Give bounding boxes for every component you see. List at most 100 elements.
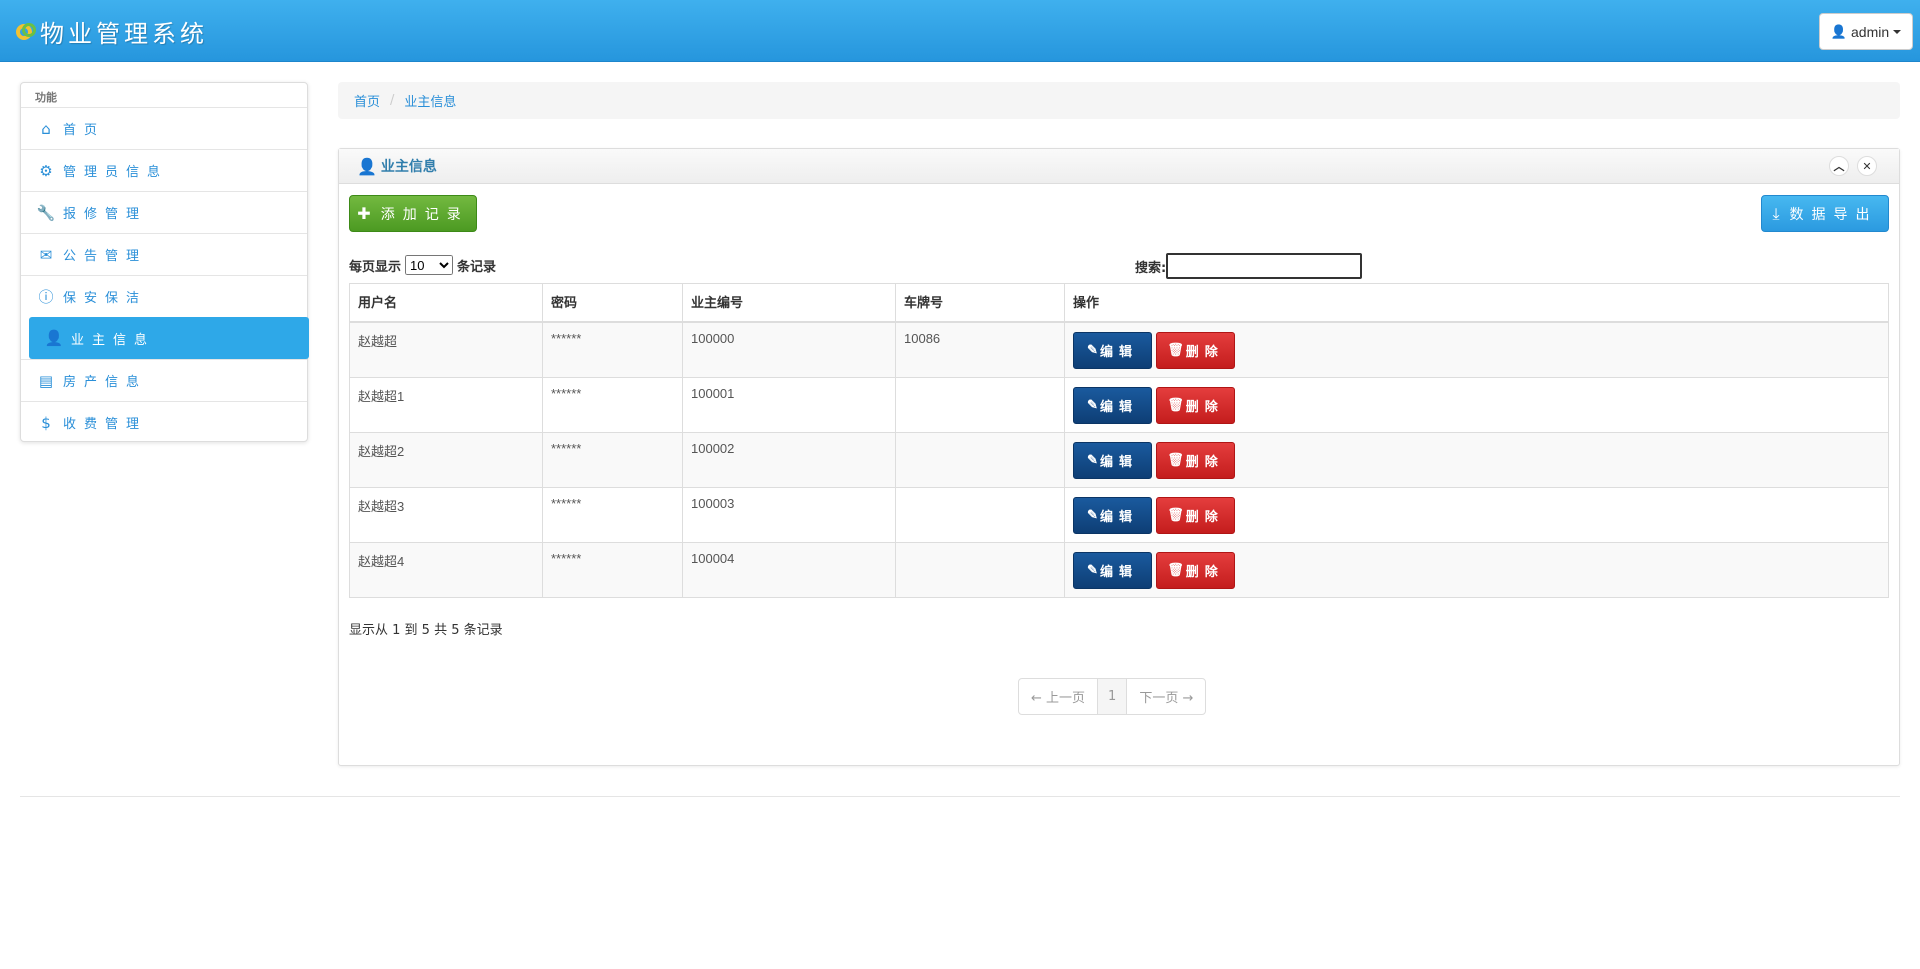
panel-header: 👤 业主信息 ︿ ✕ (339, 149, 1899, 184)
cell-password: ****** (542, 376, 683, 433)
footer-divider (20, 796, 1900, 797)
caret-down-icon (1893, 29, 1902, 34)
next-page-button[interactable]: 下一页 → (1126, 679, 1205, 714)
delete-button[interactable]: 🗑 删除 (1156, 331, 1235, 369)
sidebar-item-security[interactable]: ⓘ 保安保洁 (21, 275, 307, 317)
breadcrumb: 首页 / 业主信息 (338, 82, 1900, 119)
sidebar-item-repair[interactable]: 🔧 报修管理 (21, 191, 307, 233)
edit-icon: ✎ (1087, 562, 1098, 577)
sidebar: 功能 ⌂ 首页 ⚙ 管理员信息 🔧 报修管理 ✉ 公告管理 ⓘ 保安保洁 👤 业… (20, 82, 309, 443)
cell-actions: ✎ 编辑 🗑 删除 (1064, 431, 1889, 488)
sidebar-item-owner[interactable]: 👤 业主信息 (29, 317, 309, 359)
user-icon: 👤 (1830, 23, 1848, 39)
user-icon: 👤 (44, 329, 64, 347)
envelope-icon: ✉ (39, 245, 53, 264)
delete-button[interactable]: 🗑 删除 (1156, 551, 1235, 589)
breadcrumb-home[interactable]: 首页 (354, 91, 380, 110)
edit-button[interactable]: ✎ 编辑 (1073, 331, 1152, 369)
delete-button[interactable]: 🗑 删除 (1156, 441, 1235, 479)
cell-owner-id: 100004 (682, 541, 896, 598)
trash-icon: 🗑 (1167, 507, 1184, 522)
home-icon: ⌂ (41, 119, 51, 138)
edit-button[interactable]: ✎ 编辑 (1073, 551, 1152, 589)
sidebar-item-notice[interactable]: ✉ 公告管理 (21, 233, 307, 275)
edit-icon: ✎ (1087, 342, 1098, 357)
column-header[interactable]: 密码 (542, 283, 683, 323)
cell-username: 赵越超3 (349, 486, 543, 543)
table-header-row: 用户名 密码 业主编号 车牌号 操作 (349, 283, 1889, 323)
export-data-button[interactable]: ⤓ 数据导出 (1761, 195, 1889, 232)
search-input[interactable] (1166, 253, 1363, 279)
cell-plate (895, 486, 1065, 543)
sidebar-item-label: 公告管理 (63, 249, 148, 264)
cell-username: 赵越超2 (349, 431, 543, 488)
delete-button[interactable]: 🗑 删除 (1156, 496, 1235, 534)
table-row: 赵越超3 ****** 100003 ✎ 编辑 🗑 删除 (349, 486, 1889, 543)
table-row: 赵越超4 ****** 100004 ✎ 编辑 🗑 删除 (349, 541, 1889, 598)
cell-actions: ✎ 编辑 🗑 删除 (1064, 486, 1889, 543)
column-header[interactable]: 用户名 (349, 283, 543, 323)
page-length-control: 每页显示 10 条记录 (349, 255, 496, 275)
owner-table: 用户名 密码 业主编号 车牌号 操作 赵越超 ****** 100000 100… (349, 283, 1889, 598)
sidebar-item-admin[interactable]: ⚙ 管理员信息 (21, 149, 307, 191)
dollar-icon: $ (41, 413, 51, 432)
cell-password: ****** (542, 541, 683, 598)
edit-button[interactable]: ✎ 编辑 (1073, 496, 1152, 534)
page-length-select[interactable]: 10 (405, 255, 454, 275)
collapse-icon[interactable]: ︿ (1829, 156, 1849, 176)
edit-icon: ✎ (1087, 452, 1098, 467)
sidebar-item-property[interactable]: ▤ 房产信息 (21, 359, 307, 401)
close-icon[interactable]: ✕ (1857, 156, 1877, 176)
column-header[interactable]: 车牌号 (895, 283, 1065, 323)
panel-title: 业主信息 (380, 159, 437, 175)
user-name: admin (1851, 23, 1890, 40)
trash-icon: 🗑 (1167, 562, 1184, 577)
trash-icon: 🗑 (1167, 342, 1184, 357)
delete-button[interactable]: 🗑 删除 (1156, 386, 1235, 424)
table-row: 赵越超2 ****** 100002 ✎ 编辑 🗑 删除 (349, 431, 1889, 488)
pagination: ← 上一页 1 下一页 → (1018, 678, 1207, 715)
cell-plate (895, 376, 1065, 433)
cell-plate: 10086 (895, 321, 1065, 378)
user-menu-button[interactable]: 👤 admin (1819, 13, 1913, 50)
top-navbar: 物业管理系统 👤 admin (0, 0, 1920, 62)
table-row: 赵越超1 ****** 100001 ✎ 编辑 🗑 删除 (349, 376, 1889, 433)
plus-icon: ✚ (357, 204, 371, 223)
cell-owner-id: 100001 (682, 376, 896, 433)
owner-panel: 👤 业主信息 ︿ ✕ ✚ 添加记录 ⤓ 数据导出 每页显示 10 条记录 搜索:… (338, 148, 1900, 766)
edit-button[interactable]: ✎ 编辑 (1073, 386, 1152, 424)
edit-button[interactable]: ✎ 编辑 (1073, 441, 1152, 479)
sidebar-header: 功能 (35, 91, 57, 104)
column-header[interactable]: 业主编号 (682, 283, 896, 323)
cell-username: 赵越超4 (349, 541, 543, 598)
cell-password: ****** (542, 486, 683, 543)
breadcrumb-separator: / (390, 93, 395, 108)
search-label: 搜索: (1135, 260, 1167, 276)
sidebar-item-fees[interactable]: $ 收费管理 (21, 401, 307, 443)
brand[interactable]: 物业管理系统 (14, 13, 208, 49)
cell-password: ****** (542, 431, 683, 488)
breadcrumb-current[interactable]: 业主信息 (404, 91, 456, 110)
cell-plate (895, 541, 1065, 598)
list-icon: ▤ (38, 371, 54, 390)
gear-icon: ⚙ (39, 161, 53, 180)
cell-actions: ✎ 编辑 🗑 删除 (1064, 541, 1889, 598)
user-icon: 👤 (357, 156, 377, 176)
cell-plate (895, 431, 1065, 488)
trash-icon: 🗑 (1167, 452, 1184, 467)
sidebar-item-home[interactable]: ⌂ 首页 (21, 107, 307, 149)
sidebar-item-label: 保安保洁 (63, 291, 148, 306)
sidebar-item-label: 管理员信息 (63, 165, 169, 180)
cell-owner-id: 100003 (682, 486, 896, 543)
cell-username: 赵越超 (349, 321, 543, 378)
app-title: 物业管理系统 (40, 19, 208, 48)
prev-page-button[interactable]: ← 上一页 (1019, 679, 1097, 714)
add-record-button[interactable]: ✚ 添加记录 (349, 195, 477, 232)
cell-owner-id: 100000 (682, 321, 896, 378)
trash-icon: 🗑 (1167, 397, 1184, 412)
table-info: 显示从 1 到 5 共 5 条记录 (349, 623, 503, 638)
cell-password: ****** (542, 321, 683, 378)
cell-username: 赵越超1 (349, 376, 543, 433)
info-icon: ⓘ (38, 288, 54, 306)
page-number-button[interactable]: 1 (1097, 679, 1127, 714)
